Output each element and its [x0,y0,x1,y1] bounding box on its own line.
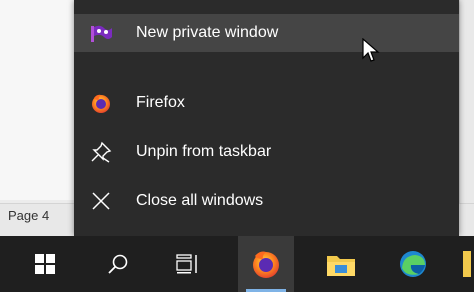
firefox-label: Firefox [136,94,185,111]
firefox-item[interactable]: Firefox [74,84,459,122]
windows-start-icon [35,254,55,274]
mouse-cursor-icon [362,38,380,62]
unpin-from-taskbar-item[interactable]: Unpin from taskbar [74,133,459,171]
close-icon [90,190,112,212]
scrollbar[interactable] [459,0,474,236]
task-view-button[interactable] [160,236,216,292]
app-icon [463,251,471,277]
taskbar [0,236,474,292]
firefox-icon [253,251,279,278]
taskbar-overflow-app[interactable] [458,236,474,292]
close-all-windows-item[interactable]: Close all windows [74,182,459,220]
close-all-windows-label: Close all windows [136,192,264,209]
search-button[interactable] [90,236,146,292]
new-private-window-item[interactable]: New private window [74,14,459,52]
new-private-window-label: New private window [136,24,279,41]
firefox-taskbar-button[interactable] [238,236,294,292]
page-indicator: Page 4 [8,208,50,223]
unpin-from-taskbar-label: Unpin from taskbar [136,143,272,160]
task-view-icon [176,254,197,274]
start-button[interactable] [17,236,73,292]
firefox-icon [90,92,112,114]
file-explorer-icon [327,256,355,276]
file-explorer-button[interactable] [313,236,369,292]
unpin-icon [90,141,112,163]
private-window-icon [90,22,112,44]
edge-button[interactable] [385,236,441,292]
taskbar-jump-list: New private window Firefox Unpin from ta… [74,0,459,236]
search-icon [108,254,128,274]
edge-icon [400,251,426,277]
